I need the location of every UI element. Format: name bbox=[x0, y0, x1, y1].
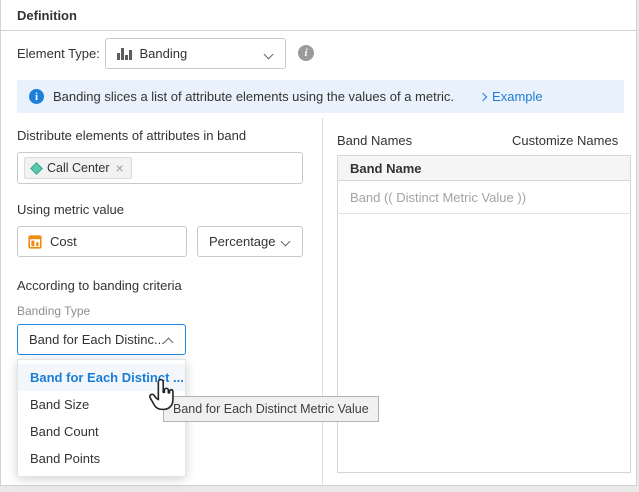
banding-type-menu: Band for Each Distinct ... Band Size Ban… bbox=[17, 359, 186, 477]
tooltip: Band for Each Distinct Metric Value bbox=[163, 396, 379, 422]
metric-label: Using metric value bbox=[17, 202, 124, 217]
attribute-diamond-icon bbox=[30, 162, 43, 175]
example-link-label: Example bbox=[492, 89, 543, 104]
banner-text: Banding slices a list of attribute eleme… bbox=[53, 89, 454, 104]
band-names-table: Band Name Band (( Distinct Metric Value … bbox=[337, 155, 631, 473]
hand-cursor-icon bbox=[147, 379, 177, 413]
element-type-value: Banding bbox=[140, 46, 188, 61]
menu-item-band-points[interactable]: Band Points bbox=[18, 445, 185, 472]
chevron-down-icon bbox=[281, 237, 291, 247]
customize-names-label: Customize Names bbox=[512, 133, 618, 148]
chevron-down-icon bbox=[264, 50, 274, 60]
metric-value: Cost bbox=[50, 234, 77, 249]
value-mode-value: Percentage bbox=[209, 234, 276, 249]
banding-type-value: Band for Each Distinc... bbox=[29, 332, 165, 347]
definition-panel: Definition Element Type: Banding i i Ban… bbox=[0, 0, 637, 486]
chevron-right-icon bbox=[479, 92, 487, 100]
attribute-chip[interactable]: Call Center × bbox=[24, 157, 132, 179]
info-icon[interactable]: i bbox=[298, 45, 314, 61]
chevron-up-icon bbox=[164, 338, 174, 348]
menu-item-band-count[interactable]: Band Count bbox=[18, 418, 185, 445]
value-mode-select[interactable]: Percentage bbox=[197, 226, 303, 257]
panel-header: Definition bbox=[1, 0, 636, 31]
distribute-label: Distribute elements of attributes in ban… bbox=[17, 128, 246, 143]
info-banner: i Banding slices a list of attribute ele… bbox=[17, 80, 624, 113]
element-type-select[interactable]: Banding bbox=[105, 38, 286, 69]
band-name-column-header: Band Name bbox=[338, 156, 630, 181]
column-divider bbox=[322, 118, 323, 485]
metric-input[interactable]: Cost bbox=[17, 226, 187, 257]
attribute-chip-label: Call Center bbox=[47, 161, 110, 175]
banding-bars-icon bbox=[117, 48, 132, 60]
table-row[interactable]: Band (( Distinct Metric Value )) bbox=[338, 181, 630, 214]
element-type-label: Element Type: bbox=[17, 46, 100, 61]
criteria-label: According to banding criteria bbox=[17, 278, 182, 293]
banding-type-label: Banding Type bbox=[17, 304, 90, 318]
banner-info-icon: i bbox=[29, 89, 44, 104]
panel-title: Definition bbox=[17, 8, 77, 23]
metric-icon bbox=[28, 235, 42, 249]
banding-type-select[interactable]: Band for Each Distinc... bbox=[17, 324, 186, 355]
attribute-input[interactable]: Call Center × bbox=[17, 152, 303, 184]
band-names-label: Band Names bbox=[337, 133, 412, 148]
chip-remove-icon[interactable]: × bbox=[116, 161, 124, 175]
example-link[interactable]: Example bbox=[480, 89, 543, 104]
